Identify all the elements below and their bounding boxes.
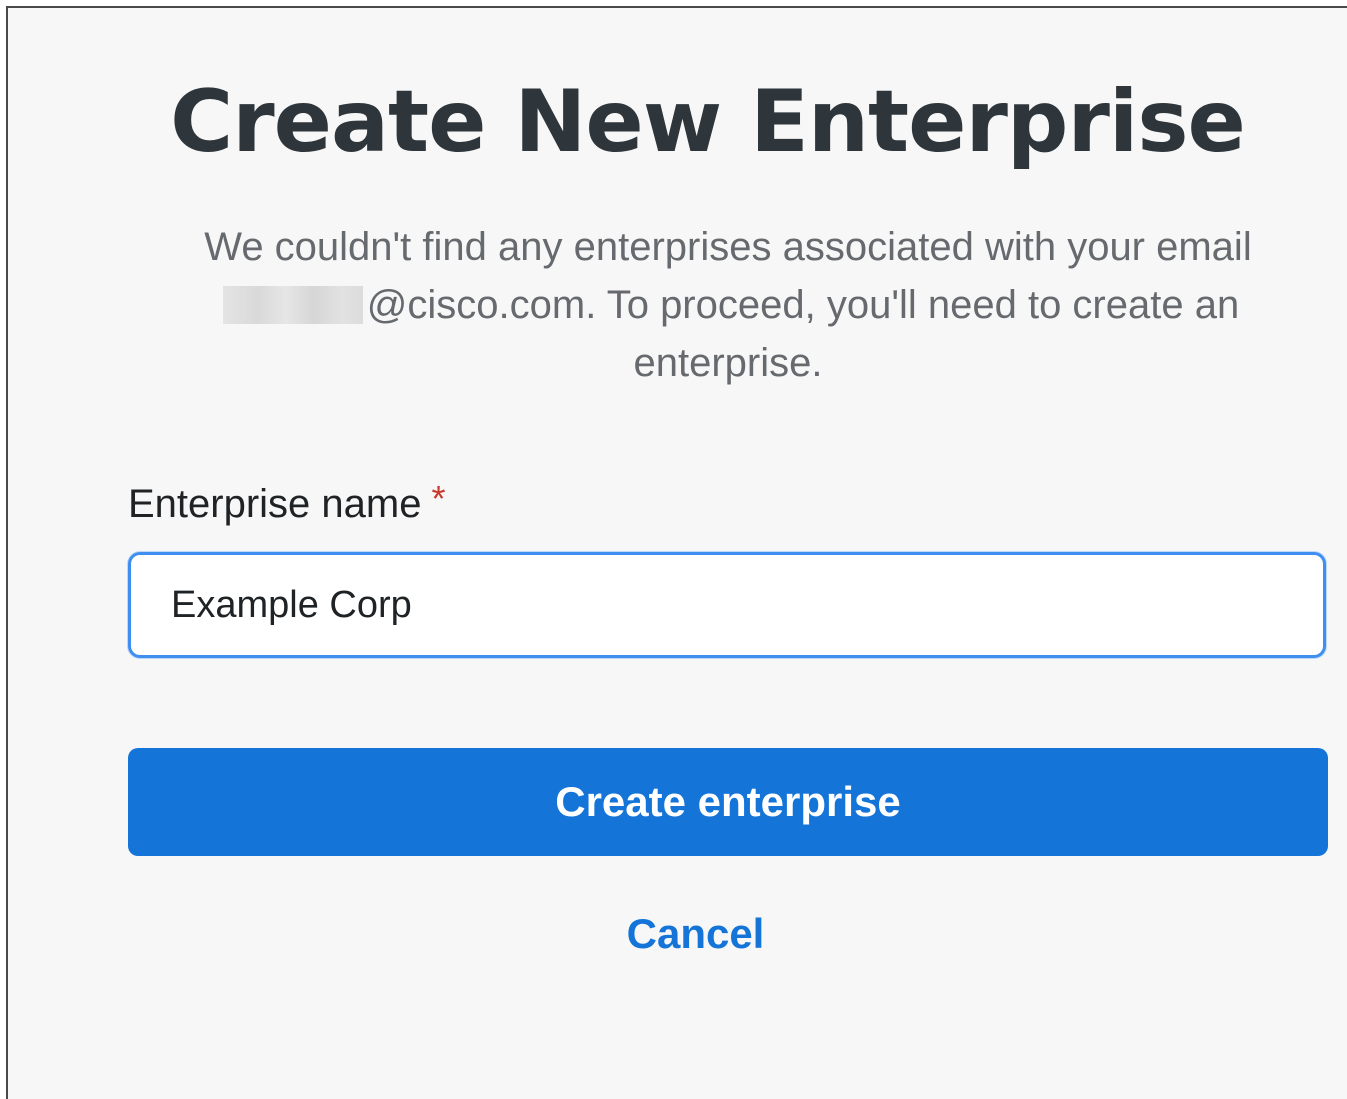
- redacted-email-username: [222, 286, 363, 324]
- field-label-text: Enterprise name: [128, 482, 422, 526]
- enterprise-name-input[interactable]: [128, 552, 1326, 658]
- description-suffix: @cisco.com. To proceed, you'll need to c…: [366, 283, 1240, 385]
- create-enterprise-dialog: Create New Enterprise We couldn't find a…: [6, 6, 1347, 1099]
- page-title: Create New Enterprise: [170, 72, 1246, 172]
- description-prefix: We couldn't find any enterprises associa…: [204, 225, 1252, 269]
- create-enterprise-button[interactable]: Create enterprise: [128, 748, 1328, 856]
- required-marker: *: [431, 478, 446, 519]
- cancel-link[interactable]: Cancel: [8, 910, 1347, 958]
- description-text: We couldn't find any enterprises associa…: [168, 218, 1288, 392]
- enterprise-name-label: Enterprise name *: [128, 478, 446, 527]
